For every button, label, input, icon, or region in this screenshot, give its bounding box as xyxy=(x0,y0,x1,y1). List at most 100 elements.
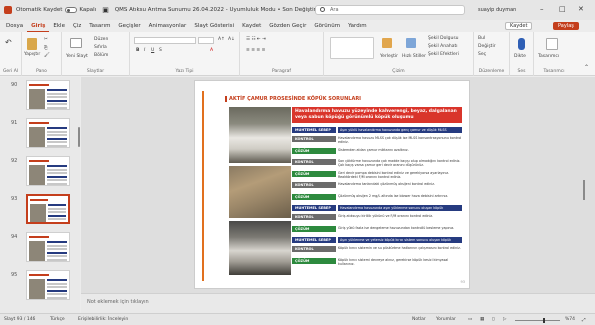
bullets-icon[interactable]: ☰ ☷ ⇤ ⇥ xyxy=(246,37,266,42)
foam-photo-2[interactable] xyxy=(229,166,291,218)
group-designer: Tasarımcı Tasarımcı xyxy=(534,32,574,76)
row-text: Havalandırma tankındaki çözünmüş oksijen… xyxy=(338,182,436,186)
slide-thumbnail[interactable] xyxy=(26,194,70,224)
grow-font-icon[interactable]: A↑ xyxy=(218,37,225,42)
reset-button[interactable]: Sıfırla xyxy=(94,45,107,50)
editor-scrollbar[interactable] xyxy=(583,180,585,200)
new-slide-button[interactable]: Yeni Slayt xyxy=(66,54,88,59)
undo-icon[interactable]: ↶ xyxy=(5,38,12,47)
normal-view-icon[interactable]: ▭ xyxy=(468,317,472,322)
comments-button[interactable]: Yorumlar xyxy=(436,317,456,322)
bold-icon[interactable]: B xyxy=(136,48,139,53)
fit-slide-icon[interactable]: ⤢ xyxy=(582,317,586,323)
accessibility-indicator[interactable]: Erişilebilirlik: İnceleyin xyxy=(78,317,128,322)
arrange-icon[interactable] xyxy=(382,38,392,48)
section-button[interactable]: Bölüm xyxy=(94,53,108,58)
dictate-button[interactable]: Dikte xyxy=(514,54,526,59)
language-indicator[interactable]: Türkçe xyxy=(50,317,65,322)
strike-icon[interactable]: S xyxy=(159,48,162,53)
status-bar: Slayt 93 / 146 Türkçe Erişilebilirlik: İ… xyxy=(0,313,595,325)
notes-button[interactable]: Notlar xyxy=(412,317,426,322)
underline-icon[interactable]: U xyxy=(151,48,154,53)
cut-icon[interactable]: ✂ xyxy=(44,37,48,42)
notes-pane[interactable]: Not eklemek için tıklayın xyxy=(81,293,595,313)
format-painter-icon[interactable]: 🖌 xyxy=(44,53,50,58)
shape-outline-button[interactable]: Şekil Anahatı xyxy=(428,44,457,49)
ribbon-tab[interactable]: Ekle xyxy=(49,20,69,32)
new-slide-icon[interactable] xyxy=(70,38,82,48)
ribbon-tab[interactable]: Slayt Gösterisi xyxy=(190,20,238,32)
slide-thumbnail[interactable] xyxy=(26,80,70,110)
title-bar: Otomatik Kaydet Kapalı ▣ QMS Atıksu Arıt… xyxy=(0,0,595,20)
align-icons[interactable]: ≡ ≡ ≡ ≡ xyxy=(246,48,265,53)
designer-icon[interactable] xyxy=(546,38,558,50)
thumbnail-title-bar xyxy=(29,84,49,86)
paste-button[interactable]: Yapıştır xyxy=(24,52,40,57)
ribbon-tab[interactable]: Tasarım xyxy=(85,20,114,32)
save-icon[interactable]: ▣ xyxy=(102,6,109,14)
zoom-slider[interactable] xyxy=(515,318,560,323)
font-size-select[interactable] xyxy=(198,37,214,44)
user-name[interactable]: suayip duyman xyxy=(478,7,516,13)
thumbnail-number: 93 xyxy=(11,196,18,202)
microphone-icon[interactable] xyxy=(518,38,525,50)
slideshow-icon[interactable]: ▷ xyxy=(503,317,506,322)
ribbon-tab[interactable]: Kaydet xyxy=(238,20,265,32)
shapes-gallery[interactable] xyxy=(330,37,374,59)
ribbon-tab[interactable]: Dosya xyxy=(2,20,27,32)
current-slide[interactable]: AKTİF ÇAMUR PROSESİNDE KÖPÜK SORUNLARI H… xyxy=(194,80,470,289)
shape-effects-button[interactable]: Şekil Efektleri xyxy=(428,52,459,57)
foam-photo-1[interactable] xyxy=(229,107,291,163)
slide-sorter-icon[interactable]: ▦ xyxy=(480,317,484,322)
doc-title[interactable]: QMS Atıksu Arıtma Sunumu 26.04.2022 - Uy… xyxy=(115,7,325,13)
reading-view-icon[interactable]: ▯ xyxy=(492,317,494,322)
slide-thumbnail[interactable] xyxy=(26,232,70,262)
designer-button[interactable]: Tasarımcı xyxy=(538,54,559,59)
select-button[interactable]: Seç xyxy=(478,52,486,57)
slide-headline[interactable]: Havalandırma havuzu yüzeyinde kahverengi… xyxy=(292,107,462,123)
group-label: Ses xyxy=(517,69,526,74)
foam-photo-3[interactable] xyxy=(229,221,291,275)
search-input[interactable]: Ara xyxy=(315,5,465,15)
quick-styles-button[interactable]: Hızlı Stiller xyxy=(402,54,426,59)
font-color-icon[interactable]: A xyxy=(210,48,213,53)
thumbnail-content-bar xyxy=(47,172,67,174)
slide-page-number: 93 xyxy=(460,280,465,284)
close-icon[interactable]: ✕ xyxy=(578,5,584,13)
zoom-level[interactable]: %74 xyxy=(565,317,575,322)
share-button[interactable]: Paylaş xyxy=(553,22,579,30)
slide-thumbnail[interactable] xyxy=(26,156,70,186)
copy-icon[interactable]: ⎘ xyxy=(44,45,48,51)
maximize-icon[interactable]: □ xyxy=(559,5,566,13)
ribbon-tab[interactable]: Giriş xyxy=(27,20,50,32)
thumbnail-title-bar xyxy=(30,199,48,201)
thumbnails-scrollbar[interactable] xyxy=(78,127,80,147)
arrange-button[interactable]: Yerleştir xyxy=(380,54,398,59)
autosave-toggle[interactable] xyxy=(65,7,78,13)
font-name-select[interactable] xyxy=(134,37,196,44)
ribbon-tab[interactable]: Gözden Geçir xyxy=(265,20,310,32)
find-button[interactable]: Bul xyxy=(478,36,485,41)
shape-fill-button[interactable]: Şekil Dolgusu xyxy=(428,36,459,41)
ribbon-tab[interactable]: Çiz xyxy=(69,20,85,32)
ribbon-tab[interactable]: Animasyonlar xyxy=(145,20,191,32)
record-button[interactable]: Kaydet xyxy=(505,22,533,30)
zoom-slider-thumb[interactable] xyxy=(543,318,545,323)
slide-thumbnail[interactable] xyxy=(26,118,70,148)
ribbon-tab[interactable]: Geçişler xyxy=(114,20,144,32)
paste-icon[interactable] xyxy=(27,38,37,50)
ribbon-tab[interactable]: Yardım xyxy=(344,20,371,32)
quick-styles-icon[interactable] xyxy=(406,38,416,48)
ribbon-tab[interactable]: Görünüm xyxy=(310,20,344,32)
slide-title[interactable]: AKTİF ÇAMUR PROSESİNDE KÖPÜK SORUNLARI xyxy=(224,96,361,102)
thumbnail-title-bar xyxy=(29,274,49,276)
collapse-ribbon-icon[interactable]: ⌃ xyxy=(584,64,589,71)
slide-accent-line xyxy=(202,91,204,281)
replace-button[interactable]: Değiştir xyxy=(478,44,496,49)
italic-icon[interactable]: I xyxy=(144,48,145,53)
layout-button[interactable]: Düzen xyxy=(94,37,108,42)
minimize-icon[interactable]: – xyxy=(540,5,544,13)
slide-thumbnail[interactable] xyxy=(26,270,70,300)
shrink-font-icon[interactable]: A↓ xyxy=(228,37,235,42)
group-label: Yazı Tipi xyxy=(175,69,194,74)
